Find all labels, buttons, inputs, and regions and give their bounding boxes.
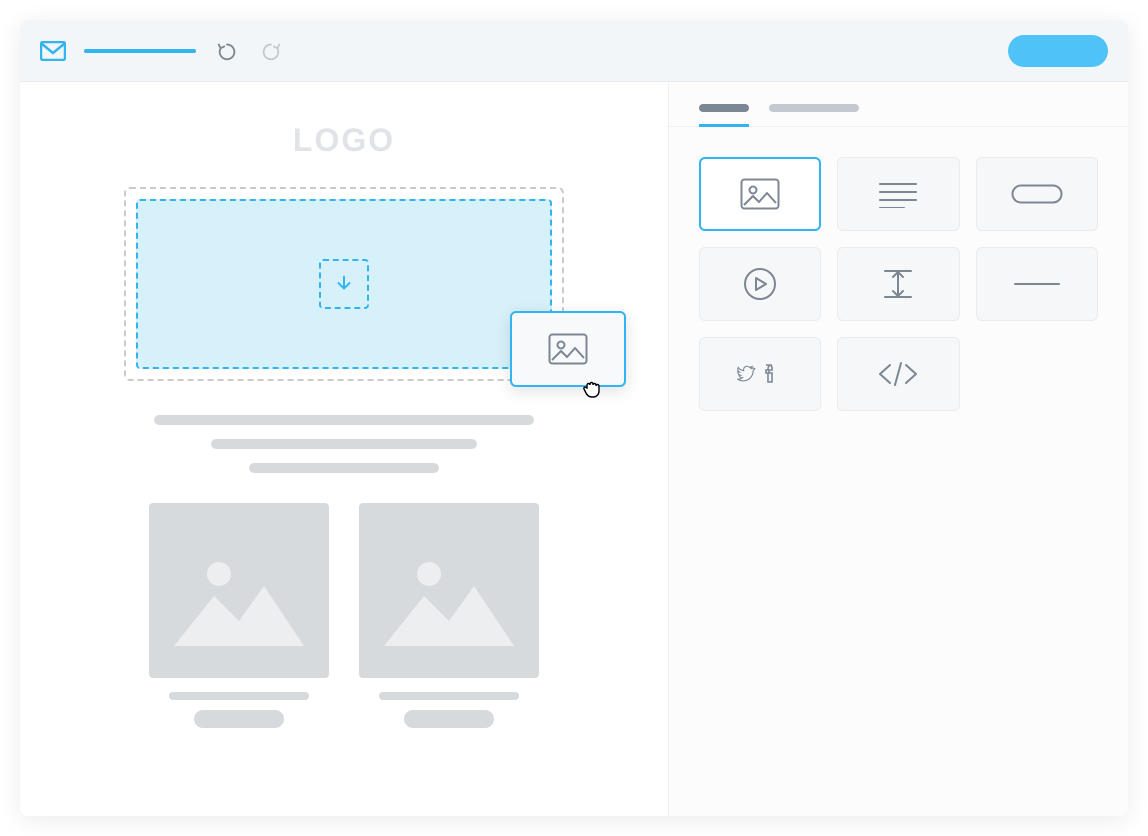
block-image[interactable] <box>699 157 821 231</box>
block-html[interactable] <box>837 337 959 411</box>
block-spacer[interactable] <box>837 247 959 321</box>
placeholder-line <box>249 463 439 473</box>
block-divider[interactable] <box>976 247 1098 321</box>
mail-icon[interactable] <box>40 41 66 61</box>
placeholder-line <box>154 415 534 425</box>
card[interactable] <box>149 503 329 728</box>
cards-row <box>70 503 618 728</box>
editor-canvas[interactable]: LOGO <box>20 82 668 816</box>
blocks-panel <box>668 82 1128 816</box>
block-social[interactable] <box>699 337 821 411</box>
tab-underline <box>699 124 749 127</box>
placeholder-line <box>169 692 309 700</box>
progress-indicator <box>84 49 196 53</box>
undo-button[interactable] <box>214 38 240 64</box>
blocks-grid <box>669 127 1128 441</box>
logo-placeholder: LOGO <box>70 122 618 159</box>
text-placeholder-block <box>154 415 534 473</box>
placeholder-button <box>404 710 494 728</box>
block-button[interactable] <box>976 157 1098 231</box>
app-window: LOGO <box>20 20 1128 816</box>
image-placeholder-icon <box>149 503 329 678</box>
placeholder-button <box>194 710 284 728</box>
panel-tab[interactable] <box>699 104 749 112</box>
image-placeholder-icon <box>359 503 539 678</box>
placeholder-line <box>379 692 519 700</box>
primary-action-button[interactable] <box>1008 35 1108 67</box>
toolbar <box>20 20 1128 82</box>
panel-tab[interactable] <box>769 104 859 112</box>
drop-target-icon <box>319 259 369 309</box>
panel-tabs <box>669 82 1128 127</box>
placeholder-line <box>211 439 477 449</box>
block-video[interactable] <box>699 247 821 321</box>
drop-zone[interactable] <box>136 199 552 369</box>
dragging-block-image[interactable] <box>510 311 626 387</box>
content-section[interactable] <box>124 187 564 381</box>
block-text[interactable] <box>837 157 959 231</box>
redo-button[interactable] <box>258 38 284 64</box>
card[interactable] <box>359 503 539 728</box>
